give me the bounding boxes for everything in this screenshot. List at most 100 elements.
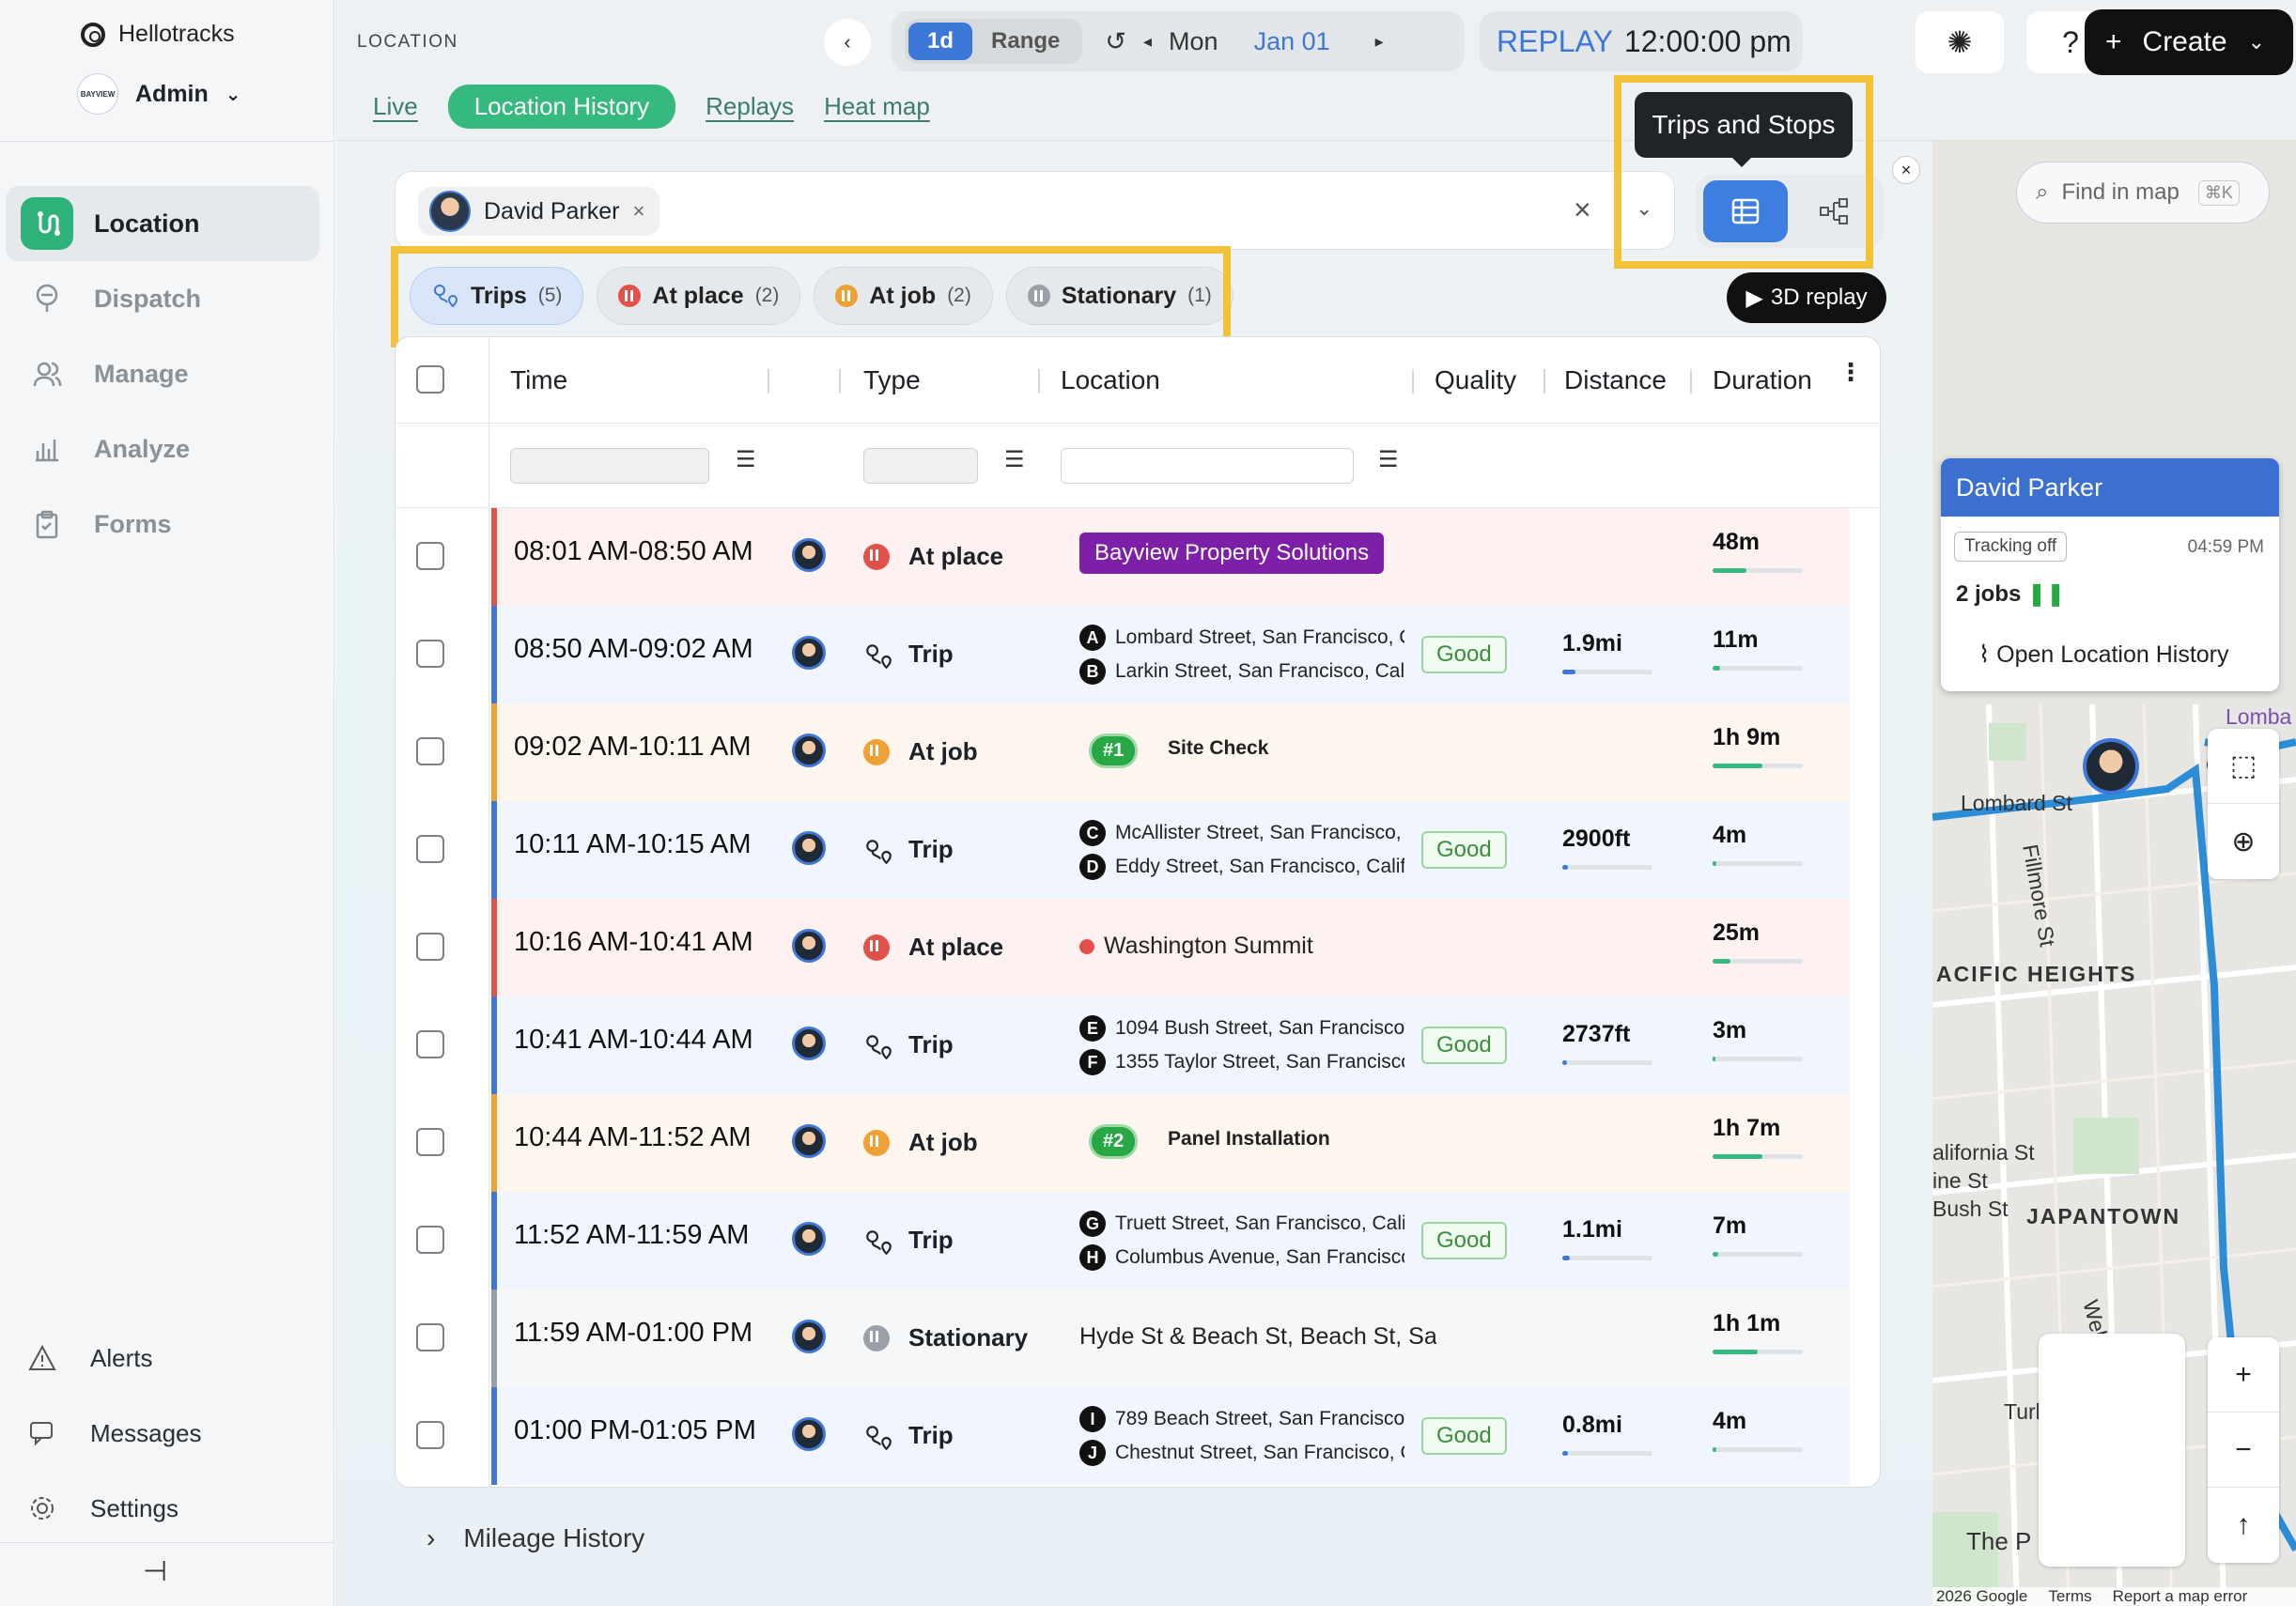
sidebar-item-label: Forms — [94, 509, 172, 538]
col-divider[interactable] — [768, 369, 769, 394]
col-time[interactable]: Time — [510, 365, 567, 395]
table-row[interactable]: 10:16 AM-10:41 AM At place Washington Summ… — [491, 899, 1850, 996]
location-label: Washington Summit — [1104, 933, 1313, 959]
row-checkbox[interactable] — [416, 640, 444, 668]
map-report-link[interactable]: Report a map error — [2113, 1587, 2248, 1606]
sidebar-item-forms[interactable]: Forms — [6, 486, 319, 562]
table-row[interactable]: 01:00 PM-01:05 PM Trip I 789 Beach Street, … — [491, 1387, 1850, 1485]
3d-replay-button[interactable]: ▶ 3D replay — [1727, 272, 1886, 323]
map-terms-link[interactable]: Terms — [2048, 1587, 2091, 1606]
person-marker[interactable] — [2083, 738, 2139, 795]
row-checkbox[interactable] — [416, 737, 444, 765]
col-divider[interactable] — [1038, 369, 1040, 394]
open-location-history-link[interactable]: ⌇ Open Location History — [1978, 641, 2229, 669]
ai-assistant-button[interactable]: ✺ — [1916, 11, 2004, 73]
col-divider[interactable] — [1412, 369, 1414, 394]
zoom-controls: + − ↑ — [2208, 1337, 2279, 1563]
type-filter-input[interactable] — [863, 448, 978, 484]
avatar — [792, 636, 826, 670]
person-filter[interactable]: David Parker × × ⌄ — [395, 171, 1675, 250]
table-row[interactable]: 10:41 AM-10:44 AM Trip E 1094 Bush Street, … — [491, 996, 1850, 1094]
avatar — [792, 1027, 826, 1060]
row-checkbox[interactable] — [416, 933, 444, 961]
column-menu-icon[interactable]: ⋮ — [1838, 358, 1863, 387]
select-area-icon[interactable]: ⬚ — [2208, 729, 2279, 804]
row-type: Trip — [908, 1421, 954, 1449]
table-row[interactable]: 08:50 AM-09:02 AM Trip A Lombard Street, Sa… — [491, 606, 1850, 703]
location-filter-input[interactable] — [1061, 448, 1354, 484]
col-distance[interactable]: Distance — [1564, 365, 1667, 395]
sidebar-item-messages[interactable]: Messages — [28, 1396, 202, 1471]
account-switcher[interactable]: BAYVIEW Admin ⌄ — [77, 73, 241, 115]
trips-stops-view-button[interactable] — [1703, 180, 1788, 242]
col-divider[interactable] — [1544, 369, 1545, 394]
col-location[interactable]: Location — [1061, 365, 1160, 395]
tab-live[interactable]: Live — [373, 86, 418, 127]
col-duration[interactable]: Duration — [1713, 365, 1812, 395]
mileage-history-toggle[interactable]: › Mileage History — [427, 1523, 644, 1553]
replay-time[interactable]: REPLAY 12:00:00 pm — [1480, 11, 1803, 71]
filter-trips[interactable]: Trips (5) — [410, 267, 584, 325]
filter-icon[interactable]: ☰ — [736, 446, 756, 473]
prev-period-button[interactable]: ‹ — [824, 19, 871, 66]
day-segment-button[interactable]: 1d — [908, 23, 973, 60]
table-row[interactable]: 10:44 AM-11:52 AM At job #2 Panel Installat… — [491, 1094, 1850, 1192]
filter-at-job[interactable]: At job (2) — [814, 267, 993, 325]
col-divider[interactable] — [839, 369, 841, 394]
find-in-map-input[interactable]: ⌕ Find in map ⌘K — [2016, 162, 2270, 224]
brand[interactable]: Hellotracks — [81, 21, 235, 48]
zoom-in-button[interactable]: + — [2208, 1337, 2279, 1413]
table-row[interactable]: 08:01 AM-08:50 AM At place Bayview Propert… — [491, 508, 1850, 606]
next-day-icon[interactable]: ▸ — [1375, 32, 1384, 52]
filter-icon[interactable]: ☰ — [1378, 446, 1399, 473]
filter-stationary[interactable]: Stationary (1) — [1005, 267, 1233, 325]
row-checkbox[interactable] — [416, 835, 444, 863]
range-segment-button[interactable]: Range — [972, 23, 1078, 60]
date-picker[interactable]: Jan 01 — [1254, 27, 1330, 56]
sidebar-item-label: Alerts — [90, 1343, 153, 1372]
sidebar-item-alerts[interactable]: Alerts — [28, 1320, 202, 1396]
tab-replays[interactable]: Replays — [706, 86, 794, 127]
pin-sidebar-icon[interactable]: ⊣ — [143, 1555, 167, 1588]
sidebar-item-analyze[interactable]: Analyze — [6, 411, 319, 486]
sidebar-item-settings[interactable]: Settings — [28, 1471, 202, 1546]
map-label: Lomba — [2226, 704, 2292, 729]
duration-bar — [1713, 861, 1803, 866]
col-quality[interactable]: Quality — [1435, 365, 1516, 395]
map-label: The P — [1966, 1527, 2032, 1555]
sidebar-item-manage[interactable]: Manage — [6, 336, 319, 411]
row-checkbox[interactable] — [416, 1323, 444, 1351]
timeline-view-button[interactable] — [1792, 180, 1876, 242]
reset-icon[interactable]: ↺ — [1105, 27, 1126, 56]
recenter-button[interactable]: ↑ — [2208, 1488, 2279, 1563]
filter-at-place[interactable]: At place (2) — [597, 267, 801, 325]
clear-search-icon[interactable]: × — [1574, 193, 1591, 227]
layers-panel[interactable] — [2039, 1334, 2185, 1567]
sidebar-item-location[interactable]: Location — [6, 186, 319, 261]
close-icon[interactable]: × — [633, 199, 645, 224]
prev-day-icon[interactable]: ◂ — [1143, 32, 1152, 52]
tab-location-history[interactable]: Location History — [447, 85, 676, 129]
table-row[interactable]: 10:11 AM-10:15 AM Trip C McAllister Street,… — [491, 801, 1850, 899]
row-checkbox[interactable] — [416, 542, 444, 570]
tab-heat-map[interactable]: Heat map — [824, 86, 930, 127]
table-row[interactable]: 09:02 AM-10:11 AM At job #1 Site Check 1h 9m — [491, 703, 1850, 801]
close-panel-button[interactable]: × — [1892, 156, 1920, 184]
row-checkbox[interactable] — [416, 1421, 444, 1449]
col-type[interactable]: Type — [863, 365, 921, 395]
table-row[interactable]: 11:59 AM-01:00 PM Stationary Hyde St & Bea… — [491, 1289, 1850, 1387]
filter-icon[interactable]: ☰ — [1004, 446, 1025, 473]
sidebar-item-dispatch[interactable]: Dispatch — [6, 261, 319, 336]
add-point-icon[interactable]: ⊕ — [2208, 804, 2279, 879]
create-button[interactable]: + Create ⌄ — [2085, 9, 2293, 75]
person-chip[interactable]: David Parker × — [418, 187, 660, 236]
table-row[interactable]: 11:52 AM-11:59 AM Trip G Truett Street, San… — [491, 1192, 1850, 1289]
col-divider[interactable] — [1690, 369, 1692, 394]
row-checkbox[interactable] — [416, 1128, 444, 1156]
time-filter-input[interactable] — [510, 448, 709, 484]
row-checkbox[interactable] — [416, 1226, 444, 1254]
zoom-out-button[interactable]: − — [2208, 1413, 2279, 1488]
select-all-checkbox[interactable] — [416, 365, 444, 394]
chevron-down-icon[interactable]: ⌄ — [1636, 196, 1652, 221]
row-checkbox[interactable] — [416, 1030, 444, 1058]
